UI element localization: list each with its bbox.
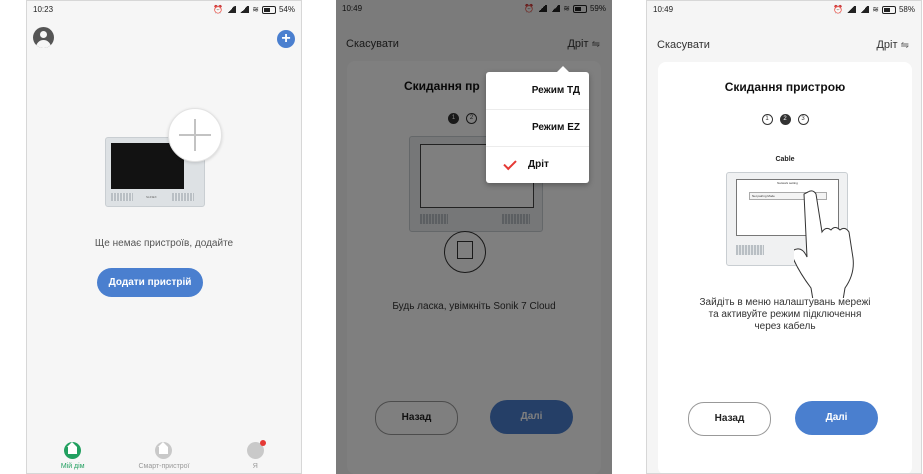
monitor-logo: SLINEX bbox=[146, 195, 157, 199]
step-indicator: 1 2 3 bbox=[658, 114, 912, 125]
card-title: Скидання пристрою bbox=[724, 80, 846, 94]
empty-state-text: Ще немає пристроїв, додайте bbox=[94, 238, 234, 249]
instruction-line-1: Зайдіть в меню налаштувань мережі bbox=[699, 297, 871, 308]
tab-me[interactable]: Я bbox=[210, 438, 301, 473]
tab-label-home: Мій дім bbox=[60, 463, 85, 470]
signal-icon bbox=[846, 6, 857, 13]
tab-my-home[interactable]: Мій дім bbox=[27, 438, 118, 473]
instruction-line-2: та активуйте режим підключення bbox=[708, 309, 862, 320]
reset-screen-menu: 10:49 ⏰ ≋ 59% Скасувати Дріт ⇋ Скидання … bbox=[336, 0, 612, 474]
alarm-icon: ⏰ bbox=[213, 5, 224, 14]
reset-screen-step2: 10:49 ⏰ ≋ 58% Скасувати Дріт ⇋ Скидання … bbox=[646, 0, 922, 474]
signal-icon-2 bbox=[239, 6, 250, 13]
status-time: 10:49 bbox=[653, 5, 674, 14]
wifi-icon: ≋ bbox=[252, 5, 259, 14]
step-3: 3 bbox=[797, 114, 809, 125]
add-circle-icon bbox=[168, 108, 222, 162]
cancel-button[interactable]: Скасувати bbox=[657, 39, 710, 51]
battery-percent: 54% bbox=[278, 5, 295, 14]
signal-icon bbox=[226, 6, 237, 13]
battery-percent: 58% bbox=[898, 5, 915, 14]
battery-icon bbox=[261, 5, 276, 14]
mode-label: Дріт bbox=[876, 39, 898, 51]
tab-label-smart: Смарт-пристрої bbox=[138, 463, 190, 470]
wifi-icon: ≋ bbox=[872, 5, 879, 14]
add-device-button[interactable]: Додати пристрій bbox=[97, 268, 203, 297]
status-bar: 10:49 ⏰ ≋ 58% bbox=[647, 1, 921, 17]
screen-row-label: Net pairing Mode bbox=[752, 194, 775, 198]
instruction-line-3: через кабель bbox=[754, 321, 816, 332]
bottom-tab-bar: Мій дім Смарт-пристрої Я bbox=[27, 438, 301, 473]
switch-arrows-icon: ⇋ bbox=[900, 40, 909, 51]
alarm-icon: ⏰ bbox=[833, 5, 844, 14]
status-time: 10:23 bbox=[33, 5, 54, 14]
notification-dot bbox=[259, 440, 266, 446]
tab-smart-devices[interactable]: Смарт-пристрої bbox=[118, 438, 209, 473]
menu-item-td[interactable]: Режим ТД bbox=[486, 72, 589, 109]
step-2: 2 bbox=[779, 114, 791, 125]
hand-pointer-icon bbox=[794, 190, 854, 298]
reset-card: Скидання пристрою 1 2 3 Cable Network se… bbox=[658, 62, 912, 473]
battery-icon bbox=[881, 5, 896, 14]
next-button[interactable]: Далі bbox=[795, 401, 878, 435]
signal-icon-2 bbox=[859, 6, 870, 13]
menu-item-wire[interactable]: Дріт bbox=[486, 146, 589, 183]
mode-dropdown-menu: Режим ТД Режим EZ Дріт bbox=[486, 66, 589, 183]
checkmark-icon bbox=[503, 156, 517, 171]
profile-avatar-icon[interactable] bbox=[33, 27, 54, 48]
mode-selector[interactable]: Дріт ⇋ bbox=[876, 39, 909, 51]
profile-icon bbox=[246, 440, 266, 459]
menu-item-ez[interactable]: Режим EZ bbox=[486, 109, 589, 146]
add-device-plus-icon[interactable]: + bbox=[277, 30, 295, 48]
home-screen: 10:23 ⏰ ≋ 54% + SLINEX Ще немає пристрої… bbox=[26, 0, 302, 474]
home-icon bbox=[64, 442, 82, 459]
smart-device-icon bbox=[155, 442, 173, 459]
back-button[interactable]: Назад bbox=[688, 402, 771, 436]
step-1: 1 bbox=[761, 114, 773, 125]
image-label: Cable bbox=[775, 156, 795, 163]
tab-label-me: Я bbox=[252, 463, 258, 470]
status-bar: 10:23 ⏰ ≋ 54% bbox=[27, 1, 301, 17]
screen-title: Network setting bbox=[777, 181, 798, 185]
